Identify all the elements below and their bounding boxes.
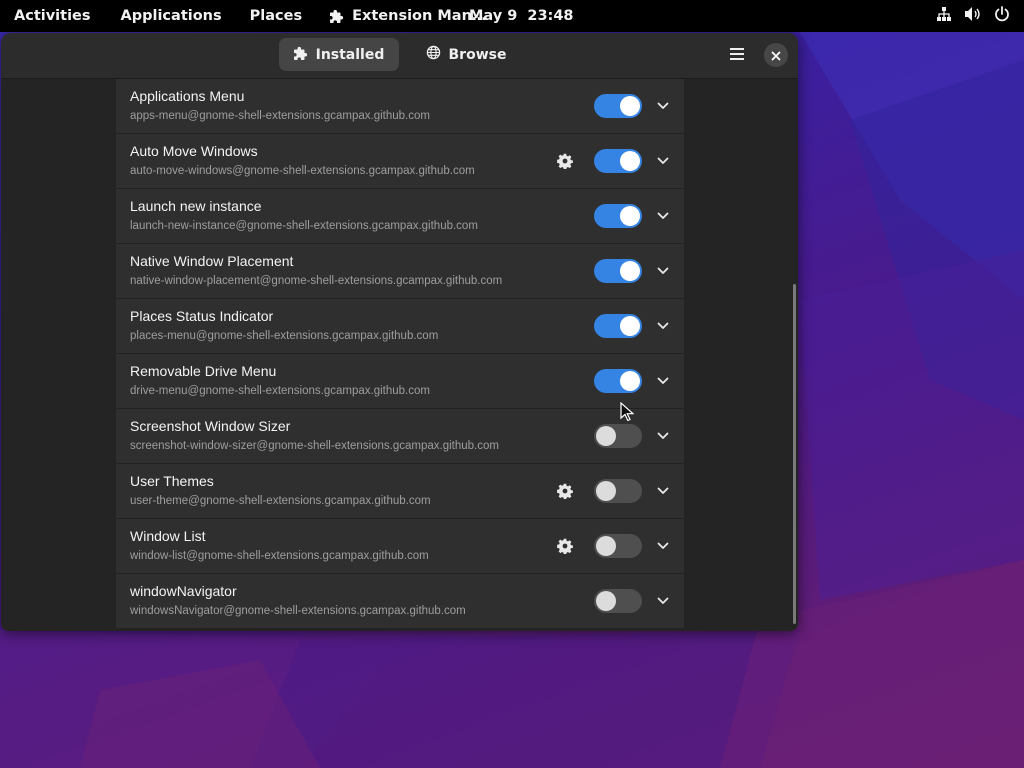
chevron-down-icon[interactable] <box>653 261 673 281</box>
extension-name: Removable Drive Menu <box>130 363 277 379</box>
tab-installed-label: Installed <box>315 46 385 63</box>
extension-row[interactable]: Removable Drive Menu drive-menu@gnome-she… <box>116 354 684 409</box>
enable-toggle[interactable] <box>594 589 642 613</box>
extension-id: launch-new-instance@gnome-shell-extensio… <box>130 220 478 232</box>
enable-toggle[interactable] <box>594 369 642 393</box>
extension-id: apps-menu@gnome-shell-extensions.gcampax… <box>130 110 430 122</box>
extension-id: user-theme@gnome-shell-extensions.gcampa… <box>130 495 431 507</box>
toggle-knob <box>620 261 640 281</box>
extension-row[interactable]: Auto Move Windows auto-move-windows@gnome… <box>116 134 684 189</box>
main-menu-button[interactable] <box>722 40 752 70</box>
enable-toggle[interactable] <box>594 259 642 283</box>
toggle-knob <box>596 591 616 611</box>
scrollbar[interactable] <box>793 284 796 624</box>
extension-row[interactable]: Applications Menu apps-menu@gnome-shell-e… <box>116 79 684 134</box>
extension-name: Window List <box>130 528 206 544</box>
chevron-down-icon[interactable] <box>653 206 673 226</box>
enable-toggle[interactable] <box>594 479 642 503</box>
applications-menu[interactable]: Applications <box>105 0 236 32</box>
chevron-down-icon[interactable] <box>653 96 673 116</box>
tab-browse-label: Browse <box>448 46 507 63</box>
toggle-knob <box>596 536 616 556</box>
extension-row[interactable]: Window List window-list@gnome-shell-exten… <box>116 519 684 574</box>
enable-toggle[interactable] <box>594 314 642 338</box>
chevron-down-icon[interactable] <box>653 426 673 446</box>
close-button[interactable] <box>764 43 788 67</box>
extension-row[interactable]: User Themes user-theme@gnome-shell-extens… <box>116 464 684 519</box>
toggle-knob <box>620 371 640 391</box>
extension-name: Screenshot Window Sizer <box>130 418 291 434</box>
extension-row[interactable]: windowNavigator windowsNavigator@gnome-sh… <box>116 574 684 629</box>
enable-toggle[interactable] <box>594 149 642 173</box>
time-label: 23:48 <box>527 8 574 24</box>
chevron-down-icon[interactable] <box>653 536 673 556</box>
mouse-pointer-icon <box>620 402 634 422</box>
chevron-down-icon[interactable] <box>653 371 673 391</box>
activities-button[interactable]: Activities <box>0 0 105 32</box>
enable-toggle[interactable] <box>594 424 642 448</box>
close-icon <box>771 46 781 65</box>
volume-icon <box>964 6 982 26</box>
chevron-down-icon[interactable] <box>653 316 673 336</box>
extension-name: windowNavigator <box>130 583 237 599</box>
chevron-down-icon[interactable] <box>653 151 673 171</box>
tab-installed[interactable]: Installed <box>279 38 399 71</box>
extensions-list: Applications Menu apps-menu@gnome-shell-e… <box>116 79 684 629</box>
extension-id: native-window-placement@gnome-shell-exte… <box>130 275 503 287</box>
extension-name: Places Status Indicator <box>130 308 274 324</box>
extension-id: windowsNavigator@gnome-shell-extensions.… <box>130 605 466 617</box>
toggle-knob <box>596 481 616 501</box>
chevron-down-icon[interactable] <box>653 591 673 611</box>
extension-id: places-menu@gnome-shell-extensions.gcamp… <box>130 330 439 342</box>
chevron-down-icon[interactable] <box>653 481 673 501</box>
toggle-knob <box>620 206 640 226</box>
power-icon <box>994 6 1010 26</box>
extension-id: drive-menu@gnome-shell-extensions.gcampa… <box>130 385 430 397</box>
puzzle-icon <box>293 46 308 64</box>
date-label: May 9 <box>469 8 518 24</box>
toggle-knob <box>620 316 640 336</box>
extension-id: auto-move-windows@gnome-shell-extensions… <box>130 165 475 177</box>
extension-manager-window: Installed Browse Applications Menu apps-m… <box>1 33 798 631</box>
tab-browse[interactable]: Browse <box>411 38 521 71</box>
network-icon <box>936 6 952 26</box>
places-menu[interactable]: Places <box>236 0 316 32</box>
top-bar: Activities Applications Places Extension… <box>0 0 1024 32</box>
enable-toggle[interactable] <box>594 534 642 558</box>
globe-icon <box>426 45 441 64</box>
enable-toggle[interactable] <box>594 204 642 228</box>
extension-row[interactable]: Native Window Placement native-window-pla… <box>116 244 684 299</box>
extension-name: Native Window Placement <box>130 253 294 269</box>
enable-toggle[interactable] <box>594 94 642 118</box>
header-bar: Installed Browse <box>1 33 798 79</box>
settings-gear-icon[interactable] <box>556 537 574 555</box>
toggle-knob <box>596 426 616 446</box>
settings-gear-icon[interactable] <box>556 152 574 170</box>
extension-row[interactable]: Launch new instance launch-new-instance@g… <box>116 189 684 244</box>
extension-id: screenshot-window-sizer@gnome-shell-exte… <box>130 440 499 452</box>
hamburger-menu-icon <box>729 46 745 65</box>
extension-name: Auto Move Windows <box>130 143 258 159</box>
extension-row[interactable]: Screenshot Window Sizer screenshot-window… <box>116 409 684 464</box>
extension-name: Applications Menu <box>130 88 245 104</box>
clock[interactable]: May 9 23:48 <box>469 0 574 32</box>
toggle-knob <box>620 96 640 116</box>
settings-gear-icon[interactable] <box>556 482 574 500</box>
system-tray[interactable] <box>936 0 1010 32</box>
extension-row[interactable]: Places Status Indicator places-menu@gnome… <box>116 299 684 354</box>
extensions-scroll-area[interactable]: Applications Menu apps-menu@gnome-shell-e… <box>1 79 798 631</box>
extension-name: Launch new instance <box>130 198 262 214</box>
toggle-knob <box>620 151 640 171</box>
extension-name: User Themes <box>130 473 214 489</box>
extension-id: window-list@gnome-shell-extensions.gcamp… <box>130 550 429 562</box>
puzzle-icon <box>330 9 344 23</box>
